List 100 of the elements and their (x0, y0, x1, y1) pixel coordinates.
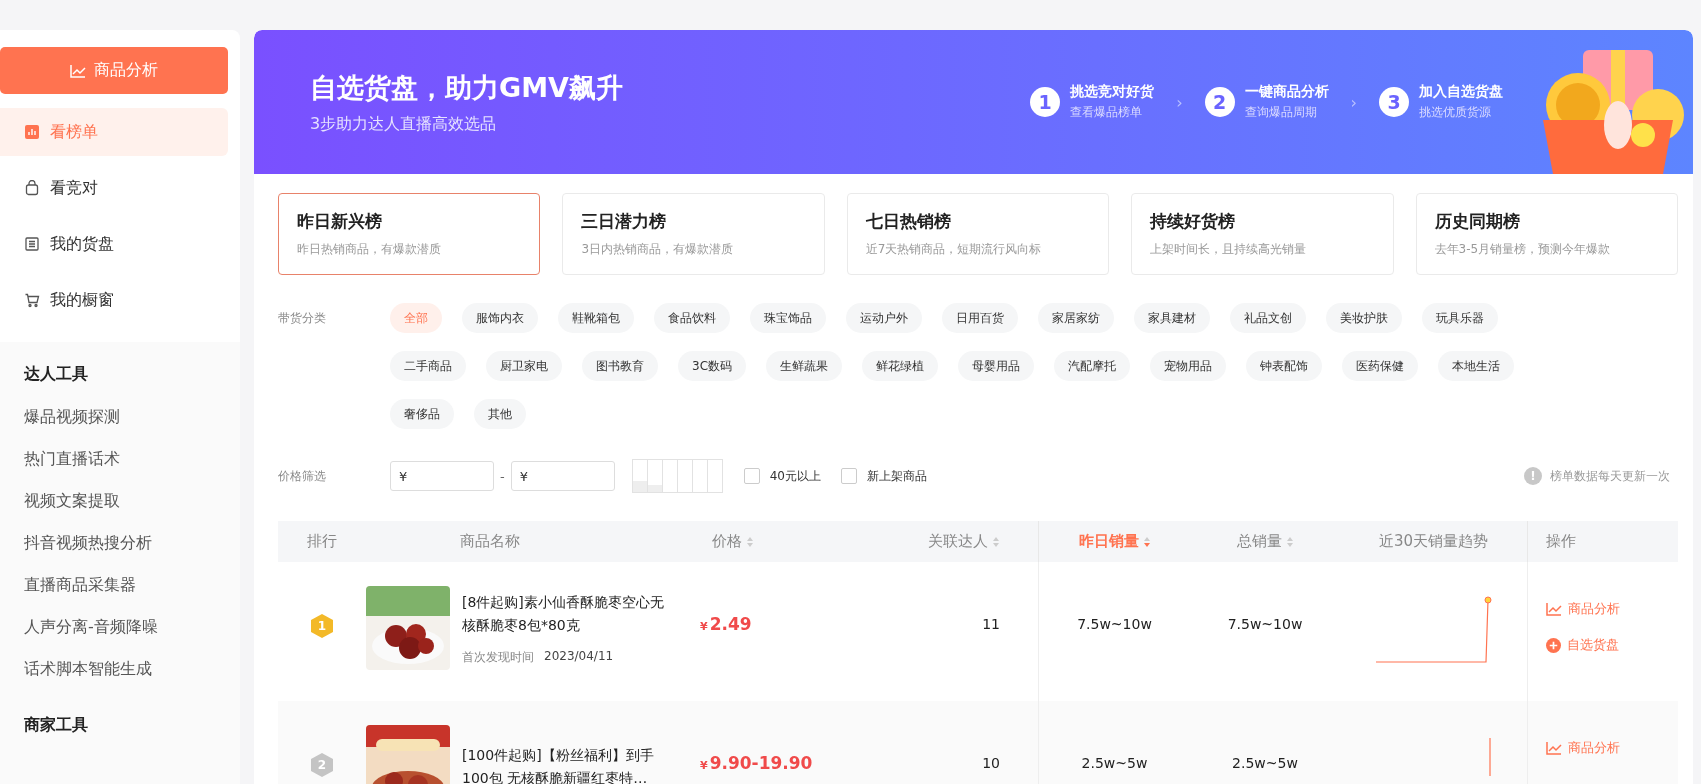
tab-title: 昨日新兴榜 (297, 210, 383, 233)
category-chip[interactable]: 图书教育 (582, 351, 658, 381)
category-chip[interactable]: 本地生活 (1438, 351, 1514, 381)
sales-trend-line (1487, 737, 1492, 777)
tab-subtitle: 去年3-5月销量榜，预测今年爆款 (1434, 241, 1612, 258)
related-count: 11 (982, 616, 1000, 632)
bag-icon (24, 180, 40, 196)
min-price-field[interactable]: ¥ (390, 461, 494, 491)
tab-title: 三日潜力榜 (581, 210, 668, 233)
step-separator: › (1350, 92, 1357, 112)
line-chart-icon (70, 63, 86, 78)
sort-icon (746, 535, 754, 548)
tab-subtitle: 上架时间长，且持续高光销量 (1150, 241, 1308, 258)
category-chip[interactable]: 食品饮料 (654, 303, 730, 333)
line-chart-icon (1546, 602, 1562, 616)
tab-subtitle: 3日内热销商品，有爆款潜质 (581, 241, 735, 258)
checkbox[interactable] (743, 468, 760, 484)
step-subtitle: 挑选优质货源 (1419, 104, 1492, 121)
plus-icon (1546, 637, 1561, 653)
checkbox-label: 新上架商品 (867, 467, 927, 485)
category-chip[interactable]: 运动户外 (846, 303, 922, 333)
category-chip[interactable]: 家居家纺 (1038, 303, 1114, 333)
category-chip[interactable]: 奢侈品 (390, 399, 454, 429)
total-sales: 7.5w~10w (1227, 616, 1303, 632)
section-title: 商家工具 (24, 715, 89, 736)
sort-icon (1285, 535, 1294, 548)
category-chip[interactable]: 礼品文创 (1230, 303, 1306, 333)
ranking-tab[interactable]: 历史同期榜 去年3-5月销量榜，预测今年爆款 (1415, 193, 1678, 275)
category-chip[interactable]: 厨卫家电 (486, 351, 562, 381)
category-chip[interactable]: 日用百货 (942, 303, 1018, 333)
category-chip[interactable]: 3C数码 (678, 351, 746, 381)
info-icon: ! (1524, 467, 1542, 485)
tab-subtitle: 近7天热销商品，短期流行风向标 (865, 241, 1043, 258)
product-price: ¥9.90-19.90 (700, 753, 813, 773)
step-title: 一键商品分析 (1244, 83, 1329, 101)
rank-medal: 2 (311, 753, 333, 777)
banner-subtitle: 3步助力达人直播高效选品 (310, 113, 498, 135)
total-sales: 2.5w~5w (1232, 755, 1298, 771)
cart-icon (24, 292, 40, 308)
range-dash: - (500, 468, 505, 484)
ranking-tab[interactable]: 三日潜力榜 3日内热销商品，有爆款潜质 (562, 193, 825, 275)
column-header: 操作 (1546, 532, 1576, 551)
update-notice: 榜单数据每天更新一次 (1550, 467, 1670, 485)
ranking-tab[interactable]: 七日热销榜 近7天热销商品，短期流行风向标 (846, 193, 1110, 275)
ranking-tab[interactable]: 昨日新兴榜 昨日热销商品，有爆款潜质 (278, 193, 541, 275)
sort-icon (992, 535, 1000, 548)
nav-item[interactable]: 我的橱窗 (0, 276, 228, 324)
tab-title: 持续好货榜 (1150, 210, 1237, 233)
nav-item[interactable]: 我的货盘 (0, 220, 228, 268)
max-price-field[interactable]: ¥ (510, 461, 615, 491)
checkbox-label: 40元以上 (769, 467, 821, 485)
yesterday-sales: 2.5w~5w (1081, 755, 1148, 771)
category-chip[interactable]: 母婴用品 (958, 351, 1034, 381)
filter-label: 价格筛选 (278, 468, 327, 485)
product-name[interactable]: [8件起购]素小仙香酥脆枣空心无核酥脆枣8包*80克 (462, 590, 677, 637)
category-chip[interactable]: 鲜花绿植 (862, 351, 938, 381)
category-chip[interactable]: 家具建材 (1134, 303, 1210, 333)
category-chip[interactable]: 钟表配饰 (1246, 351, 1322, 381)
related-count: 10 (982, 755, 1000, 771)
step-subtitle: 查看爆品榜单 (1070, 104, 1144, 121)
checkbox[interactable] (841, 468, 857, 484)
category-chip[interactable]: 汽配摩托 (1054, 351, 1130, 381)
step-number: 3 (1379, 87, 1409, 117)
category-chip[interactable]: 珠宝饰品 (750, 303, 826, 333)
category-chip[interactable]: 玩具乐器 (1422, 303, 1498, 333)
list-icon (24, 236, 40, 252)
category-chip[interactable]: 服饰内衣 (462, 303, 538, 333)
line-chart-icon (1546, 741, 1562, 755)
step-separator: › (1176, 92, 1183, 112)
category-chip[interactable]: 美妆护肤 (1326, 303, 1402, 333)
bar-chart-icon (24, 124, 40, 140)
column-header: 排行 (307, 532, 337, 551)
nav-item[interactable]: 看竞对 (0, 164, 228, 212)
column-header: 近30天销量趋势 (1378, 532, 1489, 551)
step-number: 1 (1030, 87, 1061, 117)
category-chip[interactable]: 宠物用品 (1150, 351, 1226, 381)
product-price: ¥2.49 (700, 614, 752, 634)
histogram-icon (631, 459, 724, 493)
section-title: 达人工具 (24, 364, 89, 385)
category-chip[interactable]: 二手商品 (390, 351, 466, 381)
first-seen-date: 2023/04/11 (544, 648, 614, 665)
filter-label: 带货分类 (278, 310, 327, 327)
step-number: 2 (1204, 87, 1235, 117)
first-seen-label: 首次发现时间 (462, 648, 534, 666)
sort-icon (1142, 535, 1151, 548)
category-chip[interactable]: 鞋靴箱包 (558, 303, 634, 333)
category-chip[interactable]: 医药保健 (1342, 351, 1418, 381)
tab-subtitle: 昨日热销商品，有爆款潜质 (297, 241, 442, 258)
step-title: 挑选竞对好货 (1070, 83, 1155, 101)
banner-title: 自选货盘，助力GMV飙升 (310, 70, 623, 105)
category-chip[interactable]: 生鲜蔬果 (766, 351, 842, 381)
yesterday-sales: 7.5w~10w (1077, 616, 1152, 632)
step-subtitle: 查询爆品周期 (1244, 104, 1318, 121)
step-title: 加入自选货盘 (1419, 83, 1503, 101)
ranking-tab[interactable]: 持续好货榜 上架时间长，且持续高光销量 (1131, 193, 1394, 275)
rank-medal: 1 (311, 614, 333, 638)
tab-title: 七日热销榜 (865, 210, 952, 233)
category-chip[interactable]: 其他 (474, 399, 526, 429)
column-header: 商品名称 (460, 532, 520, 551)
tab-title: 历史同期榜 (1434, 210, 1521, 233)
